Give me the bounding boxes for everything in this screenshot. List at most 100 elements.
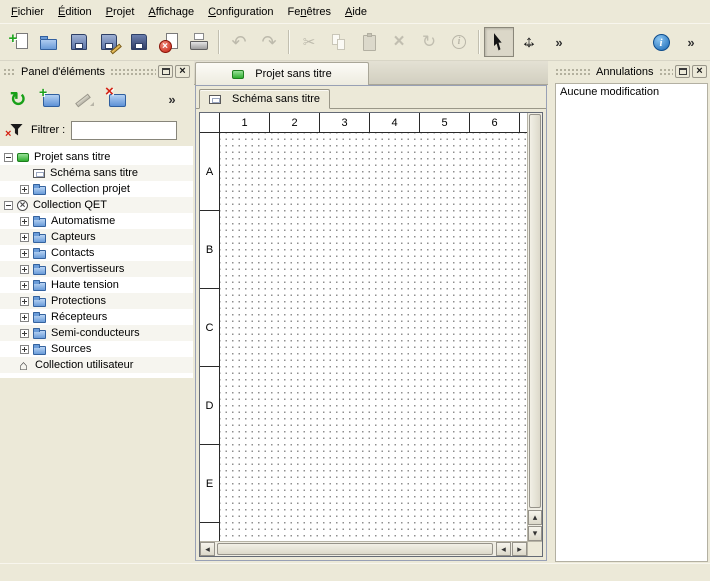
undo-history-list[interactable]: Aucune modification	[555, 83, 708, 562]
collapse-expander-icon[interactable]	[4, 201, 13, 210]
folder-icon	[33, 218, 46, 227]
save-button[interactable]	[64, 27, 94, 57]
tree-item-automatisme[interactable]: Automatisme	[0, 213, 193, 229]
expand-expander-icon[interactable]	[20, 249, 29, 258]
menu-edition[interactable]: Édition	[51, 3, 99, 21]
scissors-icon	[299, 32, 320, 53]
collapse-expander-icon[interactable]	[4, 153, 13, 162]
tab-schema-sans-titre[interactable]: Schéma sans titre	[199, 89, 330, 109]
select-mode-button[interactable]	[484, 27, 514, 57]
expand-expander-icon[interactable]	[20, 281, 29, 290]
scroll-left-button[interactable]	[496, 542, 511, 556]
tree-item-projet-sans-titre[interactable]: Projet sans titre	[0, 149, 193, 165]
expand-expander-icon[interactable]	[20, 233, 29, 242]
delete-cross-icon	[389, 32, 410, 53]
ruler-row-label: D	[200, 367, 219, 445]
tree-item-haute-tension[interactable]: Haute tension	[0, 277, 193, 293]
delete-element-button[interactable]	[102, 84, 132, 114]
tree-item-protections[interactable]: Protections	[0, 293, 193, 309]
tree-item-capteurs[interactable]: Capteurs	[0, 229, 193, 245]
schema-view[interactable]: 1 2 3 4 5 6 A B C D E	[199, 112, 543, 557]
undo-panel-titlebar[interactable]: Annulations	[552, 62, 710, 81]
ruler-row-label: A	[200, 133, 219, 211]
new-project-button[interactable]	[4, 27, 34, 57]
menu-fenetres[interactable]: Fenêtres	[281, 3, 338, 21]
elements-panel-titlebar[interactable]: Panel d'éléments	[0, 62, 193, 81]
tree-item-collection-utilisateur[interactable]: Collection utilisateur	[0, 357, 193, 373]
undock-button[interactable]	[675, 65, 690, 78]
tree-item-recepteurs[interactable]: Récepteurs	[0, 309, 193, 325]
element-infos-button[interactable]	[444, 27, 474, 57]
tree-item-convertisseurs[interactable]: Convertisseurs	[0, 261, 193, 277]
close-dock-button[interactable]	[692, 65, 707, 78]
filter-row: Filtrer :	[0, 117, 193, 143]
scroll-right-button[interactable]	[512, 542, 527, 556]
expand-expander-icon[interactable]	[20, 185, 29, 194]
menu-fichier[interactable]: Fichier	[4, 3, 51, 21]
tree-item-semi-conducteurs[interactable]: Semi-conducteurs	[0, 325, 193, 341]
reload-collections-button[interactable]	[3, 84, 33, 114]
menu-configuration[interactable]: Configuration	[201, 3, 280, 21]
column-ruler: 1 2 3 4 5 6	[200, 113, 527, 133]
horizontal-scrollbar[interactable]	[200, 541, 527, 556]
tree-item-contacts[interactable]: Contacts	[0, 245, 193, 261]
clear-filter-button[interactable]	[5, 120, 25, 140]
save-icon	[69, 32, 90, 53]
close-document-icon	[159, 32, 180, 53]
paste-button[interactable]	[354, 27, 384, 57]
scroll-up-button[interactable]	[528, 510, 542, 525]
expand-expander-icon[interactable]	[20, 265, 29, 274]
vertical-scrollbar[interactable]	[527, 113, 542, 541]
float-window-icon	[162, 68, 170, 75]
schema-canvas[interactable]: 1 2 3 4 5 6 A B C D E	[200, 113, 527, 541]
scroll-down-button[interactable]	[528, 526, 542, 541]
pan-mode-button[interactable]	[514, 27, 544, 57]
new-element-button[interactable]	[36, 84, 66, 114]
close-project-button[interactable]	[154, 27, 184, 57]
close-dock-button[interactable]	[175, 65, 190, 78]
expand-expander-icon[interactable]	[20, 297, 29, 306]
ruler-column-label: 4	[370, 113, 420, 132]
home-icon	[17, 359, 30, 371]
print-button[interactable]	[184, 27, 214, 57]
tree-item-collection-qet[interactable]: Collection QET	[0, 197, 193, 213]
menu-overflow-button[interactable]	[676, 27, 706, 57]
undo-button[interactable]	[224, 27, 254, 57]
panel-overflow-button[interactable]	[157, 84, 187, 114]
save-all-button[interactable]	[124, 27, 154, 57]
scroll-left-button[interactable]	[200, 542, 215, 556]
expand-expander-icon[interactable]	[20, 345, 29, 354]
clear-filter-icon	[6, 123, 24, 138]
open-project-button[interactable]	[34, 27, 64, 57]
expand-expander-icon[interactable]	[20, 313, 29, 322]
vertical-scrollbar-thumb[interactable]	[529, 114, 541, 508]
tree-item-schema-sans-titre[interactable]: Schéma sans titre	[0, 165, 193, 181]
horizontal-scrollbar-thumb[interactable]	[217, 543, 493, 555]
cut-button[interactable]	[294, 27, 324, 57]
menu-aide[interactable]: Aide	[338, 3, 374, 21]
folder-icon	[33, 314, 46, 323]
menu-affichage[interactable]: Affichage	[141, 3, 201, 21]
ruler-column-label: 2	[270, 113, 320, 132]
about-button[interactable]	[646, 27, 676, 57]
undo-panel-title: Annulations	[591, 66, 659, 78]
filter-input[interactable]	[71, 121, 177, 140]
tree-item-collection-projet[interactable]: Collection projet	[0, 181, 193, 197]
redo-button[interactable]	[254, 27, 284, 57]
save-all-icon	[129, 32, 150, 53]
dock-grip	[110, 67, 156, 77]
copy-button[interactable]	[324, 27, 354, 57]
edit-element-button[interactable]	[69, 84, 99, 114]
delete-button[interactable]	[384, 27, 414, 57]
menu-projet[interactable]: Projet	[99, 3, 142, 21]
tab-projet-sans-titre[interactable]: Projet sans titre	[195, 62, 369, 85]
expand-expander-icon[interactable]	[20, 217, 29, 226]
elements-panel: Panel d'éléments Filtrer :	[0, 61, 193, 563]
tree-item-sources[interactable]: Sources	[0, 341, 193, 357]
undock-button[interactable]	[158, 65, 173, 78]
toolbar-overflow-button[interactable]	[544, 27, 574, 57]
project-tab-bar: Projet sans titre	[194, 61, 548, 85]
expand-expander-icon[interactable]	[20, 329, 29, 338]
rotate-button[interactable]	[414, 27, 444, 57]
save-as-button[interactable]	[94, 27, 124, 57]
